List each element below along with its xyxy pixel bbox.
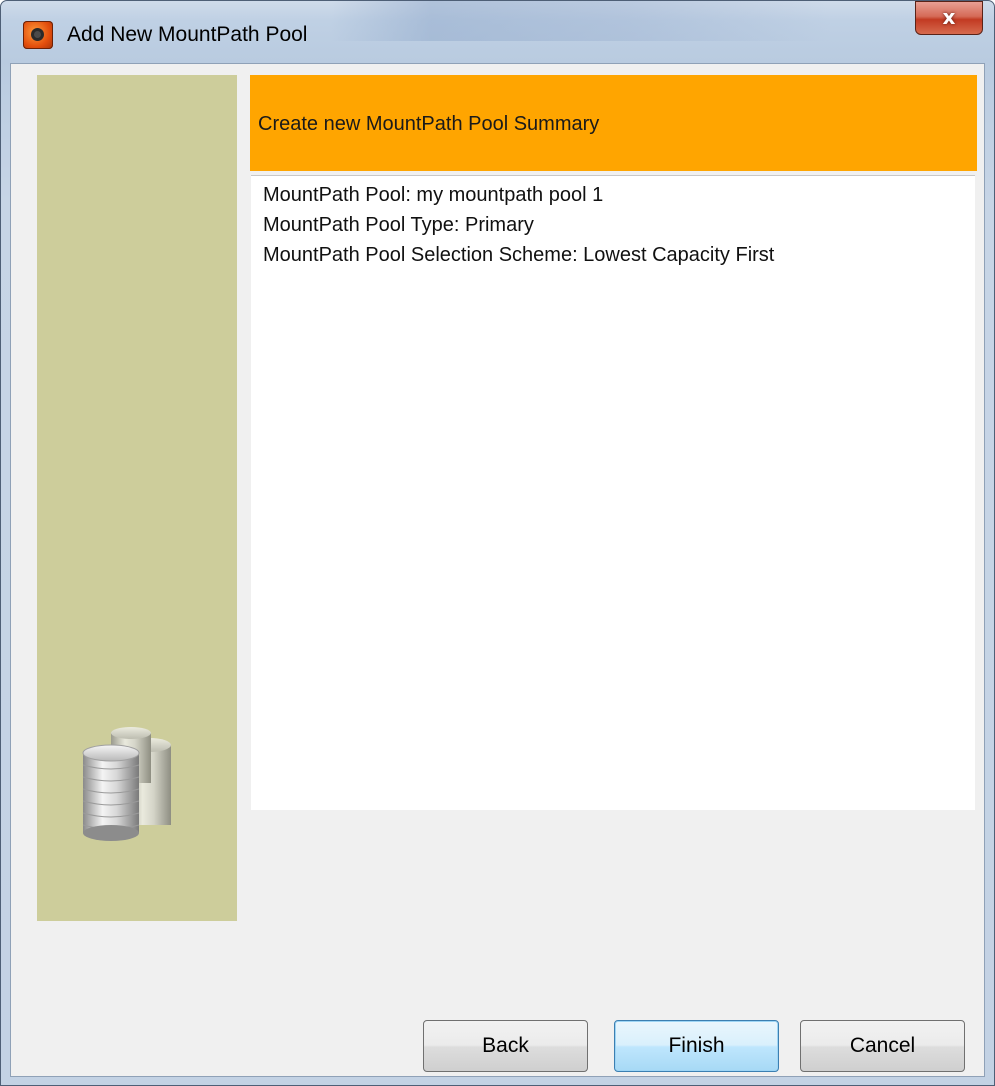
back-button[interactable]: Back (423, 1020, 588, 1072)
window-title: Add New MountPath Pool (67, 23, 308, 46)
app-icon[interactable] (23, 21, 53, 49)
close-button[interactable]: x (915, 1, 983, 35)
finish-button[interactable]: Finish (614, 1020, 779, 1072)
summary-line-selection-scheme: MountPath Pool Selection Scheme: Lowest … (263, 244, 775, 266)
disk-stack-icon (82, 727, 171, 841)
summary-line-pool-type: MountPath Pool Type: Primary (263, 214, 534, 236)
close-icon: x (942, 5, 956, 29)
title-bar-glass (331, 1, 831, 41)
summary-line-pool-name: MountPath Pool: my mountpath pool 1 (263, 184, 604, 206)
summary-panel: MountPath Pool: my mountpath pool 1 Moun… (251, 175, 975, 810)
dialog-window: Add New MountPath Pool x Create new Moun… (0, 0, 995, 1086)
cancel-button[interactable]: Cancel (800, 1020, 965, 1072)
title-bar[interactable]: Add New MountPath Pool x (1, 1, 994, 63)
wizard-header: Create new MountPath Pool Summary (250, 75, 977, 171)
wizard-header-title: Create new MountPath Pool Summary (258, 113, 600, 135)
dialog-content: Create new MountPath Pool Summary MountP… (10, 63, 985, 1077)
wizard-side-panel (37, 75, 237, 921)
